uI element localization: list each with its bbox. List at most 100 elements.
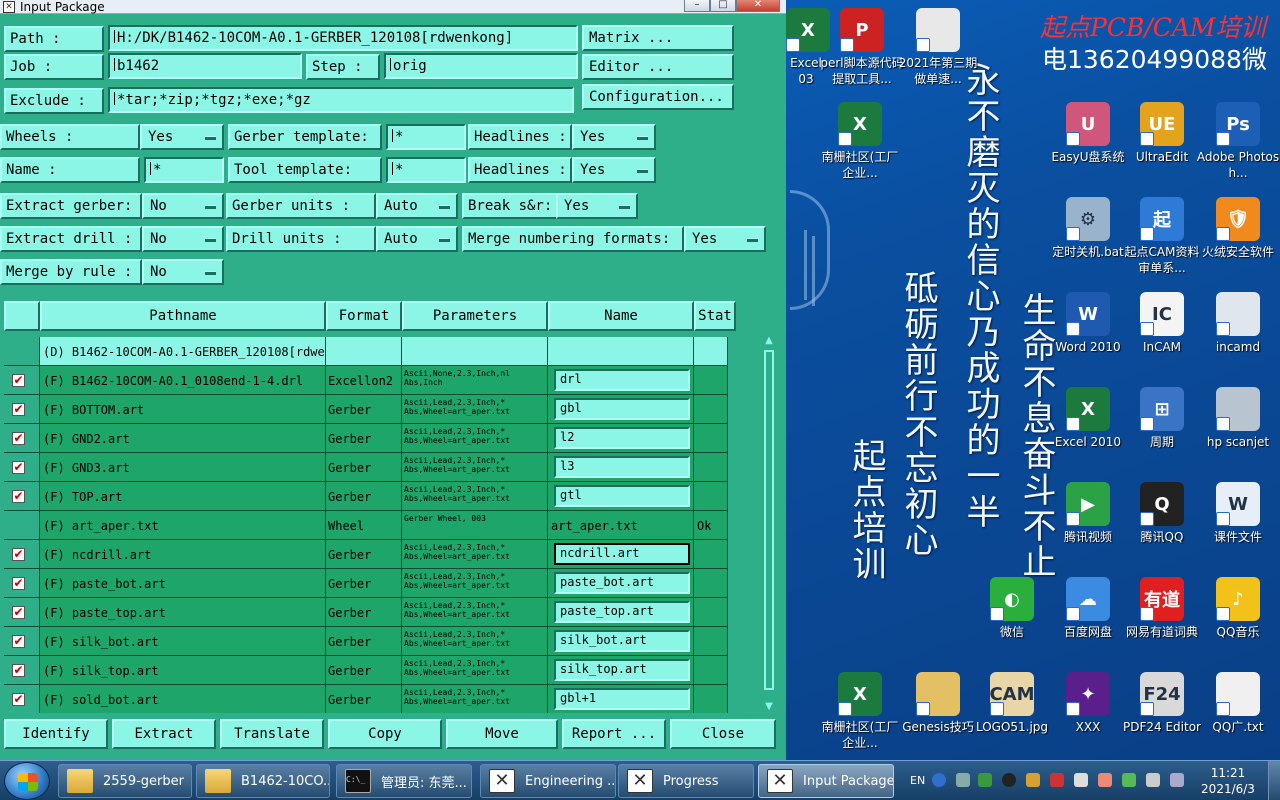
volume-icon[interactable] [1074,773,1088,787]
desktop-icon[interactable]: ☁ 百度网盘 [1046,577,1130,640]
desktop-icon[interactable]: X 南栅社区(工厂企业... [818,672,902,751]
layer-name-input[interactable]: gtl [554,485,690,507]
table-row[interactable]: ✔ (F) sold_bot.art Gerber Ascii,Lead,2.3,In… [4,685,728,713]
parameters-cell[interactable]: Ascii,Lead,2.3,Inch,* Abs,Wheel=art_aper… [402,569,548,598]
desktop-icon[interactable]: W 课件文件 [1196,482,1280,545]
layer-name-input[interactable]: gbl+1 [554,688,690,710]
layer-name-input[interactable]: paste_top.art [554,601,690,623]
table-row[interactable]: ✔ (F) silk_bot.art Gerber Ascii,Lead,2.3,In… [4,627,728,656]
row-select-cell[interactable] [4,337,40,366]
configuration-button[interactable]: Configuration... [582,84,734,110]
format-cell[interactable] [326,337,402,366]
break-sr-dropdown[interactable]: Yes [556,193,638,219]
tray-app-icon[interactable] [1050,773,1064,787]
checkbox-checked-icon[interactable]: ✔ [12,461,25,474]
row-select-cell[interactable]: ✔ [4,453,40,482]
merge-by-rule-dropdown[interactable]: No [142,259,224,285]
checkbox-checked-icon[interactable]: ✔ [12,403,25,416]
layer-name-input[interactable]: ncdrill.art [554,543,690,565]
table-row[interactable]: ✔ (F) paste_top.art Gerber Ascii,Lead,2.3,I… [4,598,728,627]
gerber-units-dropdown[interactable]: Auto [376,193,458,219]
table-row[interactable]: ✔ (F) BOTTOM.art Gerber Ascii,Lead,2.3,Inch… [4,395,728,424]
taskbar-item[interactable]: 2559-gerber [58,764,192,798]
desktop-icon[interactable]: 有道 网易有道词典 [1120,577,1204,640]
row-select-cell[interactable] [4,511,40,540]
scroll-up-icon[interactable]: ▲ [762,334,776,348]
scroll-down-icon[interactable]: ▼ [762,700,776,714]
row-select-cell[interactable]: ✔ [4,685,40,713]
copy-button[interactable]: Copy [328,719,442,749]
format-cell[interactable]: Gerber [326,656,402,685]
format-cell[interactable]: Gerber [326,627,402,656]
start-button[interactable] [4,762,50,800]
table-row[interactable]: ✔ (F) B1462-10COM-A0.1_0108end-1-4.drl Exc… [4,366,728,395]
row-select-cell[interactable]: ✔ [4,598,40,627]
qq-tray-icon[interactable] [1002,773,1016,787]
desktop-icon[interactable]: incamd [1196,292,1280,355]
desktop-icon[interactable]: CAM LOGO51.jpg [970,672,1054,735]
tray-app-icon[interactable] [1098,773,1112,787]
layer-name-input[interactable]: silk_bot.art [554,630,690,652]
checkbox-checked-icon[interactable]: ✔ [12,693,25,706]
format-cell[interactable]: Gerber [326,598,402,627]
taskbar-item[interactable]: Progress [618,764,754,798]
checkbox-checked-icon[interactable]: ✔ [12,432,25,445]
layer-name-input[interactable]: l3 [554,456,690,478]
format-cell[interactable]: Gerber [326,453,402,482]
tray-security-icon[interactable] [1122,773,1136,787]
parameters-cell[interactable]: Ascii,Lead,2.3,Inch,* Abs,Wheel=art_aper… [402,627,548,656]
show-desktop-button[interactable] [1268,761,1280,800]
editor-button[interactable]: Editor ... [582,54,734,80]
headlines-2-dropdown[interactable]: Yes [572,157,656,183]
scroll-thumb[interactable] [764,350,774,690]
format-cell[interactable]: Gerber [326,395,402,424]
desktop-icon[interactable]: 🛡 火绒安全软件 [1196,197,1280,260]
desktop-icon[interactable]: 2021年第三期做单速... [896,8,980,87]
desktop-icon[interactable]: ♪ QQ音乐 [1196,577,1280,640]
parameters-cell[interactable]: Ascii,Lead,2.3,Inch,* Abs,Wheel=art_aper… [402,482,548,511]
table-row[interactable]: (F) art_aper.txt Wheel Gerber Wheel, 003 ar… [4,511,728,540]
matrix-button[interactable]: Matrix ... [582,25,734,51]
row-select-cell[interactable]: ✔ [4,424,40,453]
title-bar[interactable]: ✕ Input Package – □ ✕ [0,0,786,14]
format-cell[interactable]: Gerber [326,540,402,569]
format-cell[interactable]: Gerber [326,569,402,598]
path-field[interactable]: H:/DK/B1462-10COM-A0.1-GERBER_120108[rdw… [108,25,578,51]
tool-template-field[interactable]: * [386,157,466,183]
row-select-cell[interactable]: ✔ [4,569,40,598]
desktop-icon[interactable]: X Excel 2010 [1046,387,1130,450]
desktop-icon[interactable]: IC InCAM [1120,292,1204,355]
table-row[interactable]: ✔ (F) paste_bot.art Gerber Ascii,Lead,2.3,I… [4,569,728,598]
table-row[interactable]: (D) B1462-10COM-A0.1-GERBER_120108[rdwen [4,337,728,366]
desktop-icon[interactable]: Q 腾讯QQ [1120,482,1204,545]
exclude-field[interactable]: *tar;*zip;*tgz;*exe;*gz [108,87,574,113]
desktop-icon[interactable]: ⊞ 周期 [1120,387,1204,450]
close-button[interactable]: Close [670,719,776,749]
format-cell[interactable]: Gerber [326,685,402,713]
clock[interactable]: 11:21 2021/6/3 [1188,765,1268,797]
taskbar-item[interactable]: C:\_ 管理员: 东莞... [336,764,472,798]
tray-app-icon[interactable] [1026,773,1040,787]
desktop-icon[interactable]: hp scanjet [1196,387,1280,450]
header-stat[interactable]: Stat [694,301,736,331]
row-select-cell[interactable]: ✔ [4,540,40,569]
table-row[interactable]: ✔ (F) silk_top.art Gerber Ascii,Lead,2.3,In… [4,656,728,685]
gerber-template-field[interactable]: * [386,124,466,150]
name-field[interactable]: * [144,157,224,183]
checkbox-checked-icon[interactable]: ✔ [12,664,25,677]
parameters-cell[interactable]: Ascii,Lead,2.3,Inch,* Abs,Wheel=art_aper… [402,453,548,482]
headlines-1-dropdown[interactable]: Yes [572,124,656,150]
tray-settings-icon[interactable] [956,773,970,787]
job-field[interactable]: b1462 [108,53,302,79]
checkbox-checked-icon[interactable]: ✔ [12,490,25,503]
table-row[interactable]: ✔ (F) TOP.art Gerber Ascii,Lead,2.3,Inch,* … [4,482,728,511]
taskbar-item[interactable]: B1462-10CO... [196,764,330,798]
format-cell[interactable]: Excellon2 [326,366,402,395]
extract-drill-dropdown[interactable]: No [142,226,224,252]
identify-button[interactable]: Identify [4,719,108,749]
table-row[interactable]: ✔ (F) ncdrill.art Gerber Ascii,Lead,2.3,Inc… [4,540,728,569]
row-select-cell[interactable]: ✔ [4,366,40,395]
parameters-cell[interactable]: Gerber Wheel, 003 [402,511,548,540]
checkbox-checked-icon[interactable]: ✔ [12,374,25,387]
parameters-cell[interactable]: Ascii,Lead,2.3,Inch,* Abs,Wheel=art_aper… [402,424,548,453]
